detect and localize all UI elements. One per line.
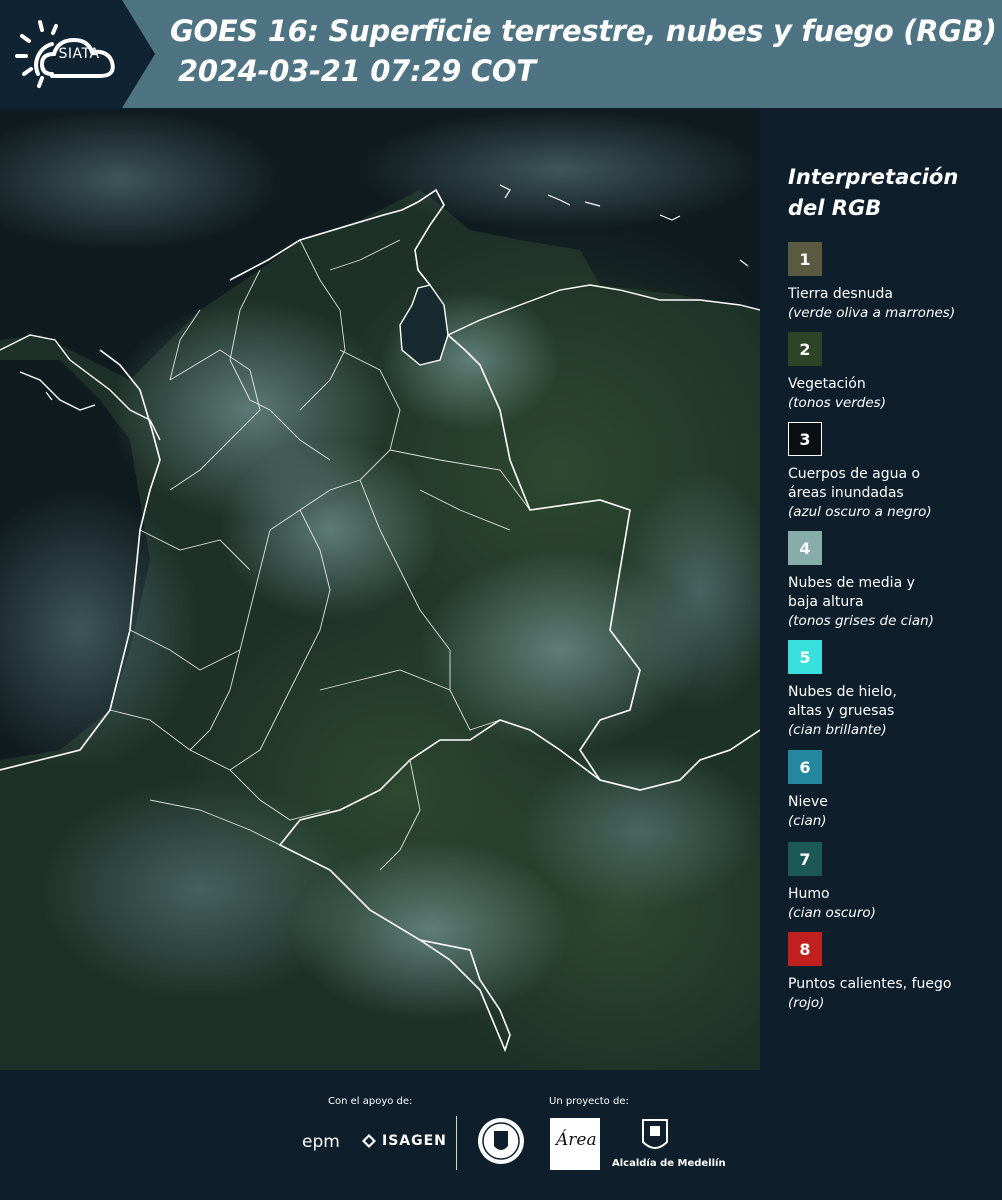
medellin-seal-icon bbox=[478, 1118, 524, 1164]
legend-sublabel: (cian) bbox=[788, 813, 827, 829]
legend-sublabel: (azul oscuro a negro) bbox=[788, 504, 932, 520]
footer-divider bbox=[456, 1116, 457, 1170]
area-metropolitana-text: Área bbox=[556, 1130, 597, 1150]
legend-swatch: 3 bbox=[788, 422, 822, 456]
satellite-map[interactable] bbox=[0, 110, 760, 1070]
legend-swatch: 7 bbox=[788, 842, 822, 876]
legend-item: 1 Tierra desnuda (verde oliva a marrones) bbox=[788, 242, 998, 323]
legend-swatch: 8 bbox=[788, 932, 822, 966]
legend-sublabel: (cian brillante) bbox=[788, 722, 887, 738]
alcaldia-text: Alcaldía de Medellín bbox=[612, 1158, 726, 1169]
page-title: GOES 16: Superficie terrestre, nubes y f… bbox=[170, 14, 997, 48]
legend-swatch: 1 bbox=[788, 242, 822, 276]
satellite-image bbox=[0, 110, 760, 1070]
legend-sublabel: (tonos grises de cian) bbox=[788, 613, 934, 629]
footer: Con el apoyo de: Un proyecto de: epm ISA… bbox=[0, 1070, 1002, 1200]
legend-label: Nieve bbox=[788, 794, 828, 810]
legend-label: Puntos calientes, fuego bbox=[788, 976, 952, 992]
project-caption: Un proyecto de: bbox=[549, 1096, 629, 1107]
alcaldia-shield-icon bbox=[642, 1119, 668, 1149]
legend-swatch: 4 bbox=[788, 531, 822, 565]
legend-item: 5 Nubes de hielo, altas y gruesas (cian br… bbox=[788, 640, 998, 740]
isagen-logo: ISAGEN bbox=[360, 1132, 447, 1150]
legend-label: Nubes de hielo, altas y gruesas bbox=[788, 684, 897, 719]
legend-sublabel: (tonos verdes) bbox=[788, 395, 886, 411]
legend-swatch: 5 bbox=[788, 640, 822, 674]
epm-logo: epm bbox=[302, 1132, 340, 1152]
legend-label: Humo bbox=[788, 886, 830, 902]
support-caption: Con el apoyo de: bbox=[328, 1096, 413, 1107]
isagen-text: ISAGEN bbox=[382, 1133, 447, 1149]
legend-label: Vegetación bbox=[788, 376, 866, 392]
legend-swatch: 6 bbox=[788, 750, 822, 784]
legend-sublabel: (cian oscuro) bbox=[788, 905, 876, 921]
legend-title: Interpretación del RGB bbox=[788, 165, 959, 220]
isagen-mark-icon bbox=[362, 1134, 376, 1148]
legend-item: 8 Puntos calientes, fuego (rojo) bbox=[788, 932, 998, 1013]
siata-logo-text: SIATA bbox=[58, 46, 100, 62]
legend-label: Tierra desnuda bbox=[788, 286, 893, 302]
header-bar: SIATA GOES 16: Superficie terrestre, nub… bbox=[0, 0, 1002, 108]
legend-sublabel: (rojo) bbox=[788, 995, 825, 1011]
legend-item: 2 Vegetación (tonos verdes) bbox=[788, 332, 998, 413]
legend-sublabel: (verde oliva a marrones) bbox=[788, 305, 956, 321]
legend-panel: Interpretación del RGB 1 Tierra desnuda (v… bbox=[762, 110, 1002, 1070]
page-timestamp: 2024-03-21 07:29 COT bbox=[178, 54, 536, 88]
legend-item: 6 Nieve (cian) bbox=[788, 750, 998, 831]
legend-item: 7 Humo (cian oscuro) bbox=[788, 842, 998, 923]
legend-swatch: 2 bbox=[788, 332, 822, 366]
legend-item: 3 Cuerpos de agua o áreas inundadas (azul … bbox=[788, 422, 998, 522]
legend-label: Nubes de media y baja altura bbox=[788, 575, 915, 610]
legend-label: Cuerpos de agua o áreas inundadas bbox=[788, 466, 921, 501]
legend-item: 4 Nubes de media y baja altura (tonos gris… bbox=[788, 531, 998, 631]
header-logo-panel: SIATA bbox=[0, 0, 150, 108]
